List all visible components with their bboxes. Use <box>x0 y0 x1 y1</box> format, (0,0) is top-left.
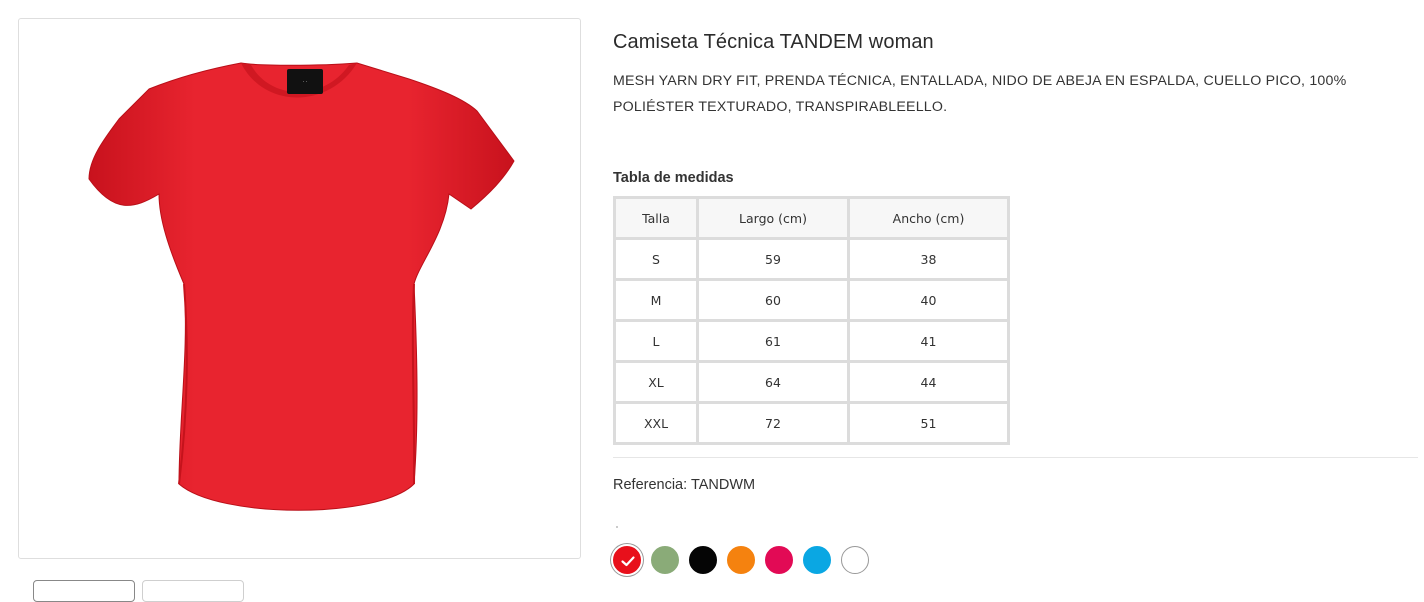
reference: Referencia: TANDWM <box>613 477 755 493</box>
tshirt-body <box>88 62 515 511</box>
cell-largo: 59 <box>699 240 847 278</box>
cell-ancho: 41 <box>850 322 1007 360</box>
product-title: Camiseta Técnica TANDEM woman <box>613 31 934 53</box>
divider <box>613 457 1418 458</box>
column-header-largo: Largo (cm) <box>699 199 847 237</box>
thumbnail-2[interactable] <box>142 580 244 602</box>
cell-ancho: 44 <box>850 363 1007 401</box>
tshirt-image: · · <box>88 62 515 511</box>
product-description: MESH YARN DRY FIT, PRENDA TÉCNICA, ENTAL… <box>613 73 1347 115</box>
cell-largo: 61 <box>699 322 847 360</box>
color-swatch-white[interactable] <box>841 546 869 574</box>
cell-ancho: 40 <box>850 281 1007 319</box>
table-row: L 61 41 <box>616 322 1007 360</box>
table-header-row: Talla Largo (cm) Ancho (cm) <box>616 199 1007 237</box>
column-header-ancho: Ancho (cm) <box>850 199 1007 237</box>
color-label-dot <box>616 526 618 528</box>
column-header-talla: Talla <box>616 199 696 237</box>
cell-largo: 60 <box>699 281 847 319</box>
reference-label: Referencia: <box>613 477 688 493</box>
cell-talla: L <box>616 322 696 360</box>
cell-talla: M <box>616 281 696 319</box>
size-table: Talla Largo (cm) Ancho (cm) S 59 38 M 60… <box>613 196 1010 445</box>
color-swatch-red[interactable] <box>613 546 641 574</box>
table-row: M 60 40 <box>616 281 1007 319</box>
color-swatches <box>613 546 869 578</box>
color-swatch-raspberry[interactable] <box>765 546 793 574</box>
color-swatch-orange[interactable] <box>727 546 755 574</box>
color-swatch-sage-green[interactable] <box>651 546 679 574</box>
thumbnail-1[interactable] <box>33 580 135 602</box>
cell-ancho: 38 <box>850 240 1007 278</box>
table-row: XL 64 44 <box>616 363 1007 401</box>
svg-text:· ·: · · <box>303 79 308 85</box>
table-row: XXL 72 51 <box>616 404 1007 442</box>
table-row: S 59 38 <box>616 240 1007 278</box>
color-swatch-sky-blue[interactable] <box>803 546 831 574</box>
cell-talla: S <box>616 240 696 278</box>
cell-talla: XL <box>616 363 696 401</box>
checkmark-icon <box>621 556 635 567</box>
cell-ancho: 51 <box>850 404 1007 442</box>
cell-largo: 72 <box>699 404 847 442</box>
reference-value: TANDWM <box>690 477 756 493</box>
cell-largo: 64 <box>699 363 847 401</box>
color-swatch-black[interactable] <box>689 546 717 574</box>
size-table-heading: Tabla de medidas <box>613 170 734 186</box>
product-image-card[interactable]: · · <box>18 18 581 559</box>
cell-talla: XXL <box>616 404 696 442</box>
